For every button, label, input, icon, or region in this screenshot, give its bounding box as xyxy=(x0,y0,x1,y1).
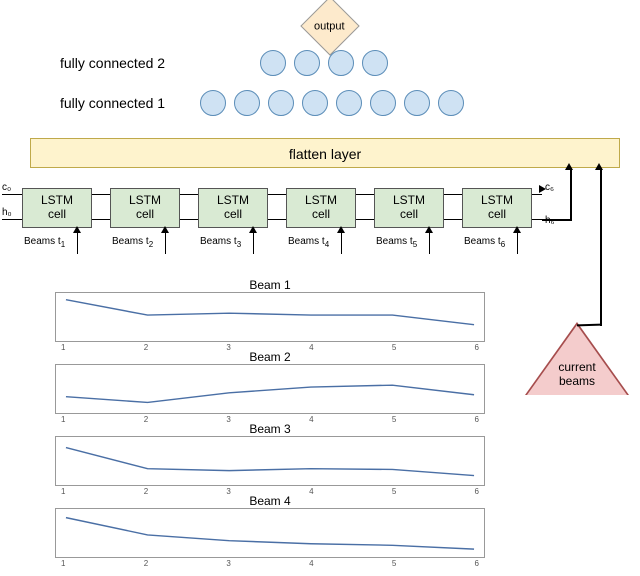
beam-input-label: Beams t5 xyxy=(376,236,417,249)
fc1-node xyxy=(370,90,396,116)
c6-label: c₆ xyxy=(545,182,554,193)
lstm-cell-label: LSTMcell xyxy=(217,193,249,221)
lstm-cell: LSTMcell xyxy=(286,188,356,228)
lstm-cell-label: LSTMcell xyxy=(41,193,73,221)
flatten-layer: flatten layer xyxy=(30,138,620,168)
lstm-cell: LSTMcell xyxy=(462,188,532,228)
c6-arrow xyxy=(539,189,540,190)
beam-input-label: Beams t4 xyxy=(288,236,329,249)
fc2-node xyxy=(260,50,286,76)
beam-input-arrow xyxy=(429,232,430,254)
fc1-node xyxy=(302,90,328,116)
fc1-label: fully connected 1 xyxy=(60,95,165,111)
flatten-label: flatten layer xyxy=(289,146,361,162)
current-beams-label: current beams xyxy=(542,360,612,388)
diagram-root: output fully connected 2 fully connected… xyxy=(0,0,640,576)
beam-plot-xticks: 123456 xyxy=(55,559,485,569)
beam-input-arrow xyxy=(165,232,166,254)
c0-label: c₀ xyxy=(2,182,11,193)
beam-plot xyxy=(55,292,485,342)
beam-plot-title: Beam 2 xyxy=(220,350,320,364)
fc2-label: fully connected 2 xyxy=(60,55,165,71)
fc2-node xyxy=(362,50,388,76)
current-beams-text-1: current xyxy=(558,360,595,374)
triangle-to-flatten-v xyxy=(600,168,602,326)
lstm-cell-label: LSTMcell xyxy=(129,193,161,221)
output-label: output xyxy=(309,6,349,48)
beam-input-label: Beams t3 xyxy=(200,236,241,249)
beam-input-label: Beams t2 xyxy=(112,236,153,249)
fc1-node xyxy=(336,90,362,116)
lstm-cell: LSTMcell xyxy=(198,188,268,228)
beam-input-arrow xyxy=(341,232,342,254)
beam-plot xyxy=(55,364,485,414)
current-beams-text-2: beams xyxy=(559,374,595,388)
beam-plot-title: Beam 1 xyxy=(220,278,320,292)
lstm-cell-label: LSTMcell xyxy=(481,193,513,221)
beam-input-arrow xyxy=(517,232,518,254)
beam-input-arrow xyxy=(253,232,254,254)
lstm-cell: LSTMcell xyxy=(110,188,180,228)
fc1-node xyxy=(438,90,464,116)
fc1-node xyxy=(234,90,260,116)
fc1-node xyxy=(404,90,430,116)
lstm-cell: LSTMcell xyxy=(22,188,92,228)
lstm-cell-label: LSTMcell xyxy=(393,193,425,221)
lstm-cell-label: LSTMcell xyxy=(305,193,337,221)
beam-plot xyxy=(55,436,485,486)
h0-label: h₀ xyxy=(2,207,12,218)
beam-plot xyxy=(55,508,485,558)
fc2-node xyxy=(328,50,354,76)
output-node: output xyxy=(300,0,359,56)
fc2-node xyxy=(294,50,320,76)
lstm-cell: LSTMcell xyxy=(374,188,444,228)
h-to-flatten-v xyxy=(570,168,572,220)
beam-input-label: Beams t1 xyxy=(24,236,65,249)
beam-input-arrow xyxy=(77,232,78,254)
fc1-node xyxy=(268,90,294,116)
fc1-node xyxy=(200,90,226,116)
beam-input-label: Beams t6 xyxy=(464,236,505,249)
h-to-flatten-h xyxy=(542,219,572,221)
beam-plot-title: Beam 3 xyxy=(220,422,320,436)
beam-plot-title: Beam 4 xyxy=(220,494,320,508)
